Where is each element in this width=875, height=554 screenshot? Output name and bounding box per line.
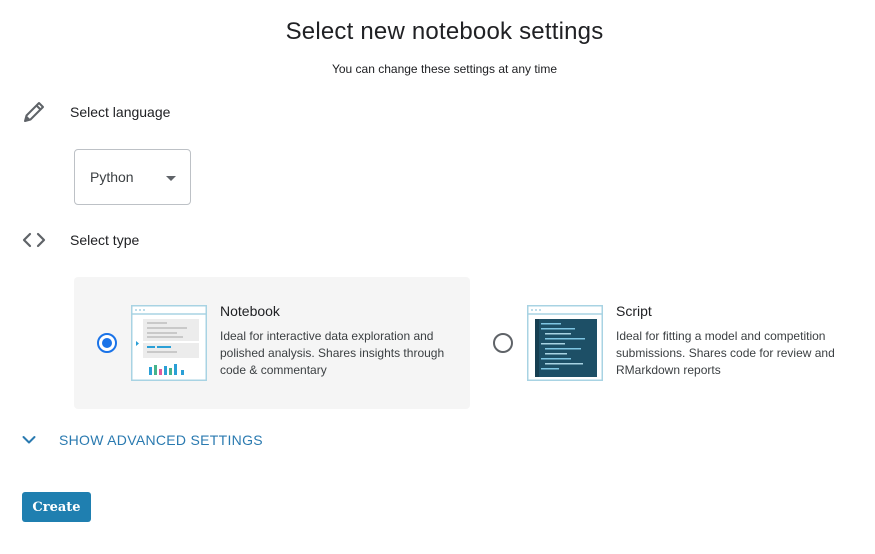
- notebook-option-description: Ideal for interactive data exploration a…: [220, 329, 445, 377]
- create-button[interactable]: Create: [22, 492, 91, 522]
- script-option-title: Script: [616, 303, 652, 319]
- show-advanced-settings-label: SHOW ADVANCED SETTINGS: [59, 432, 263, 448]
- script-thumbnail-icon: [527, 305, 603, 381]
- select-type-label: Select type: [70, 232, 140, 248]
- caret-down-icon: [166, 176, 176, 181]
- notebook-settings-page: Select new notebook settings You can cha…: [0, 0, 875, 554]
- language-select-value: Python: [90, 169, 134, 185]
- script-option-description: Ideal for fitting a model and competitio…: [616, 329, 835, 377]
- language-select[interactable]: Python: [74, 149, 191, 205]
- type-option-script[interactable]: Script Ideal for fitting a model and com…: [478, 277, 868, 409]
- pencil-icon: [24, 102, 44, 122]
- script-radio[interactable]: [493, 333, 513, 353]
- code-brackets-icon: [22, 232, 46, 248]
- type-option-notebook[interactable]: Notebook Ideal for interactive data expl…: [74, 277, 470, 409]
- notebook-radio[interactable]: [97, 333, 117, 353]
- page-title: Select new notebook settings: [285, 18, 604, 45]
- chevron-down-icon: [22, 436, 36, 444]
- page-subtitle: You can change these settings at any tim…: [331, 62, 558, 76]
- notebook-option-title: Notebook: [220, 303, 280, 319]
- show-advanced-settings-toggle[interactable]: SHOW ADVANCED SETTINGS: [20, 428, 263, 452]
- select-language-label: Select language: [70, 104, 171, 120]
- notebook-thumbnail-icon: [131, 305, 207, 381]
